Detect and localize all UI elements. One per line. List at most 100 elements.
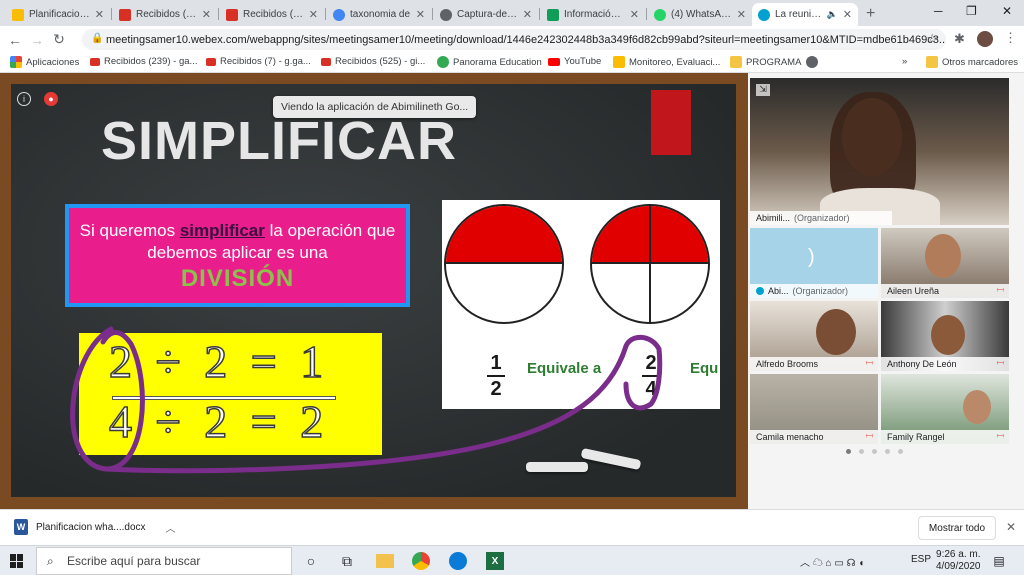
bookmark-programa[interactable]: PROGRAMA xyxy=(730,56,801,68)
window-close-button[interactable]: ✕ xyxy=(1002,4,1012,18)
info-icon[interactable]: i xyxy=(17,92,31,106)
tab-whatsapp[interactable]: (4) WhatsApp ✕ xyxy=(648,3,752,26)
tab-recibidos-44[interactable]: Recibidos (44) ✕ xyxy=(113,3,217,26)
menu-icon[interactable]: ⋮ xyxy=(1004,30,1017,46)
webex-icon xyxy=(756,287,764,295)
folder-icon xyxy=(926,56,938,68)
participant-tile[interactable]: ) Abi... (Organizador) xyxy=(750,228,878,298)
folder-icon xyxy=(730,56,742,68)
google-icon xyxy=(333,8,345,21)
equivale-label: Equivale a xyxy=(527,360,602,377)
whatsapp-icon xyxy=(654,8,666,21)
clock[interactable]: 9:26 a. m. 4/09/2020 xyxy=(936,549,981,573)
new-tab-button[interactable]: + xyxy=(866,5,875,23)
address-bar[interactable]: 🔒 meetingsamer10.webex.com/webappng/site… xyxy=(82,29,946,50)
download-item[interactable]: W Planificacion wha....docx ︿ xyxy=(14,519,176,535)
language-indicator[interactable]: ESP xyxy=(911,554,931,565)
participant-label: Abi... (Organizador) xyxy=(750,284,878,298)
bookmark-monitoreo[interactable]: Monitoreo, Evaluaci... xyxy=(613,56,720,68)
gmail-icon xyxy=(321,57,331,66)
tab-taxonomia[interactable]: taxonomia de ✕ xyxy=(327,3,431,26)
expand-icon[interactable]: ⇲ xyxy=(756,84,770,96)
tab-captura[interactable]: Captura-de-pa ✕ xyxy=(434,3,538,26)
equivale-label-cut: Equ xyxy=(690,360,719,377)
bookmark-recibidos-239[interactable]: Recibidos (239) - ga... xyxy=(90,56,197,67)
back-button[interactable]: ← xyxy=(4,32,26,48)
gmail-icon xyxy=(90,57,100,66)
profile-avatar[interactable] xyxy=(977,31,993,47)
close-tab-icon[interactable]: ✕ xyxy=(416,8,425,21)
participant-tile[interactable]: Camila menacho 𝄩 xyxy=(750,374,878,444)
close-tab-icon[interactable]: ✕ xyxy=(202,8,211,21)
word-file-icon: W xyxy=(14,519,28,535)
apps-grid-icon xyxy=(10,56,22,68)
pagination-dots[interactable] xyxy=(846,449,903,454)
participant-tile[interactable]: Alfredo Brooms 𝄩 xyxy=(750,301,878,371)
slide-title: SIMPLIFICAR xyxy=(101,111,457,171)
close-tab-icon[interactable]: ✕ xyxy=(843,8,852,21)
bookmarks-more[interactable]: » xyxy=(902,56,907,67)
url-text: meetingsamer10.webex.com/webappng/sites/… xyxy=(106,33,946,46)
bookmark-panorama[interactable]: Panorama Education xyxy=(437,56,542,68)
chrome-icon[interactable] xyxy=(412,552,430,570)
chevron-up-icon[interactable]: ︿ xyxy=(166,520,176,535)
bookmark-recibidos-525[interactable]: Recibidos (525) - gi... xyxy=(321,56,425,67)
participant-tile[interactable]: Aileen Ureña 𝄩 xyxy=(881,228,1009,298)
bookmark-otros[interactable]: Otros marcadores xyxy=(926,56,1018,68)
tab-informacion[interactable]: Información gr ✕ xyxy=(541,3,645,26)
forward-button[interactable]: → xyxy=(26,32,48,48)
close-tab-icon[interactable]: ✕ xyxy=(309,8,318,21)
edge-icon[interactable] xyxy=(449,552,467,570)
taskbar-search[interactable]: ⌕ Escribe aquí para buscar xyxy=(36,547,292,575)
close-tab-icon[interactable]: ✕ xyxy=(630,8,639,21)
tab-planificaciones[interactable]: Planificaciones ✕ xyxy=(6,3,110,26)
participant-face xyxy=(963,390,991,424)
extensions-icon[interactable]: ✱ xyxy=(954,31,965,47)
tab-recibidos-369[interactable]: Recibidos (369 ✕ xyxy=(220,3,324,26)
muted-mic-icon: 𝄩 xyxy=(865,358,873,368)
close-tab-icon[interactable]: ✕ xyxy=(95,8,104,21)
participant-tile[interactable]: Anthony De León 𝄩 xyxy=(881,301,1009,371)
tab-la-reunion[interactable]: La reunión 🔈 ✕ xyxy=(752,3,858,26)
muted-mic-icon: 𝄩 xyxy=(996,285,1004,295)
bookmark-star-icon[interactable]: ☆ xyxy=(926,31,938,47)
active-speaker-video[interactable]: Abimili... (Organizador) ⇲ xyxy=(750,78,1009,225)
minimize-button[interactable]: ─ xyxy=(934,4,943,18)
bookmark-globe[interactable] xyxy=(806,56,818,68)
reload-button[interactable]: ↻ xyxy=(48,31,70,48)
chalkboard: SIMPLIFICAR Si queremos simplificar la o… xyxy=(11,84,736,497)
globe-icon xyxy=(806,56,818,68)
participant-label: Family Rangel xyxy=(881,430,1009,444)
windows-start-icon[interactable] xyxy=(10,554,24,568)
bookmark-youtube[interactable]: YouTube xyxy=(548,56,601,67)
participant-label: Alfredo Brooms xyxy=(750,357,878,371)
excel-icon[interactable]: X xyxy=(486,552,504,570)
equation-denominator: 4 ÷ 2 = 2 xyxy=(108,395,330,448)
tray-icons[interactable]: ︿ ☁ ⌂ ▭ ☊ ◖ xyxy=(800,554,864,569)
globe-icon xyxy=(440,8,452,21)
definition-box: Si queremos simplificar la operación que… xyxy=(65,204,410,307)
half-circle-diagram xyxy=(444,204,564,324)
cortana-icon[interactable]: ○ xyxy=(302,552,320,570)
task-view-icon[interactable]: ⧉ xyxy=(338,552,356,570)
show-all-button[interactable]: Mostrar todo xyxy=(918,516,996,540)
download-shelf: W Planificacion wha....docx ︿ Mostrar to… xyxy=(0,509,1024,545)
close-shelf-icon[interactable]: ✕ xyxy=(1006,520,1016,534)
gmail-icon xyxy=(119,8,131,21)
participant-face xyxy=(931,315,965,355)
muted-mic-icon: 𝄩 xyxy=(865,431,873,441)
fraction-two-quarters: 24 xyxy=(642,352,660,400)
maximize-button[interactable]: ❐ xyxy=(966,4,977,18)
bookmark-aplicaciones[interactable]: Aplicaciones xyxy=(10,56,79,68)
bookmark-recibidos-7[interactable]: Recibidos (7) - g.ga... xyxy=(206,56,311,67)
fraction-one-half: 12 xyxy=(487,352,505,400)
sharing-banner: Viendo la aplicación de Abimilineth Go..… xyxy=(273,96,477,118)
stop-share-icon[interactable]: ● xyxy=(44,92,58,106)
participant-tile[interactable]: Family Rangel 𝄩 xyxy=(881,374,1009,444)
close-tab-icon[interactable]: ✕ xyxy=(523,8,532,21)
notifications-icon[interactable]: ▤ xyxy=(990,552,1008,570)
close-tab-icon[interactable]: ✕ xyxy=(737,8,746,21)
drive-icon xyxy=(613,56,625,68)
equation-box: 2 ÷ 2 = 1 4 ÷ 2 = 2 xyxy=(79,333,382,455)
file-explorer-icon[interactable] xyxy=(376,554,394,568)
